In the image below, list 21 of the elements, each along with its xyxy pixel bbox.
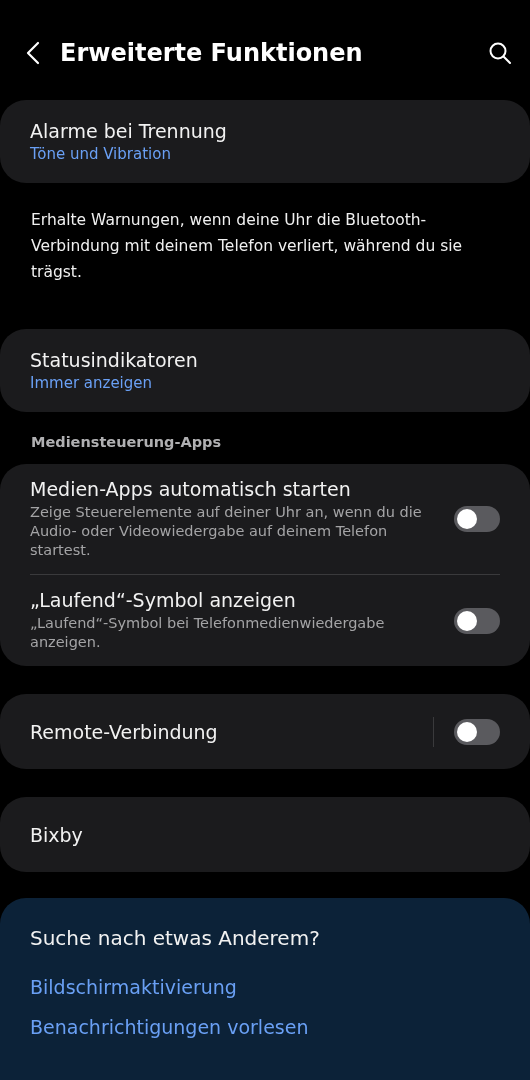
description-text: Erhalte Warnungen, wenn deine Uhr die Bluetooth-Verbindung mit deinem Telefon verliert, während du sie trägst. bbox=[30, 210, 464, 283]
setting-title: Statusindikatoren bbox=[30, 349, 199, 371]
setting-title: Alarme bei Trennung bbox=[30, 120, 228, 142]
setting-title: „Laufend“-Symbol anzeigen bbox=[30, 589, 297, 611]
back-icon[interactable] bbox=[26, 41, 40, 65]
setting-title: Bixby bbox=[30, 823, 84, 846]
toggle-switch[interactable] bbox=[454, 607, 500, 634]
section-heading: Mediensteuerung-Apps bbox=[30, 434, 223, 450]
setting-value: Töne und Vibration bbox=[30, 145, 172, 163]
toggle-switch[interactable] bbox=[454, 718, 500, 745]
setting-title: Remote-Verbindung bbox=[30, 720, 219, 743]
setting-value: Immer anzeigen bbox=[30, 374, 154, 392]
search-icon[interactable] bbox=[488, 41, 512, 65]
setting-description: „Laufend“-Symbol bei Telefonmedienwiedergabe anzeigen. bbox=[30, 614, 386, 652]
suggestion-link[interactable]: Benachrichtigungen vorlesen bbox=[30, 1016, 309, 1038]
setting-description: Zeige Steuerelemente auf deiner Uhr an, wenn du die Audio- oder Videowiedergabe auf deinem Telefon startest. bbox=[30, 503, 423, 560]
suggestion-link[interactable]: Bildschirmaktivierung bbox=[30, 976, 237, 998]
suggestions-title: Suche nach etwas Anderem? bbox=[30, 926, 321, 950]
setting-title: Medien-Apps automatisch starten bbox=[30, 478, 352, 500]
toggle-switch[interactable] bbox=[454, 506, 500, 532]
page-title: Erweiterte Funktionen bbox=[60, 39, 364, 67]
